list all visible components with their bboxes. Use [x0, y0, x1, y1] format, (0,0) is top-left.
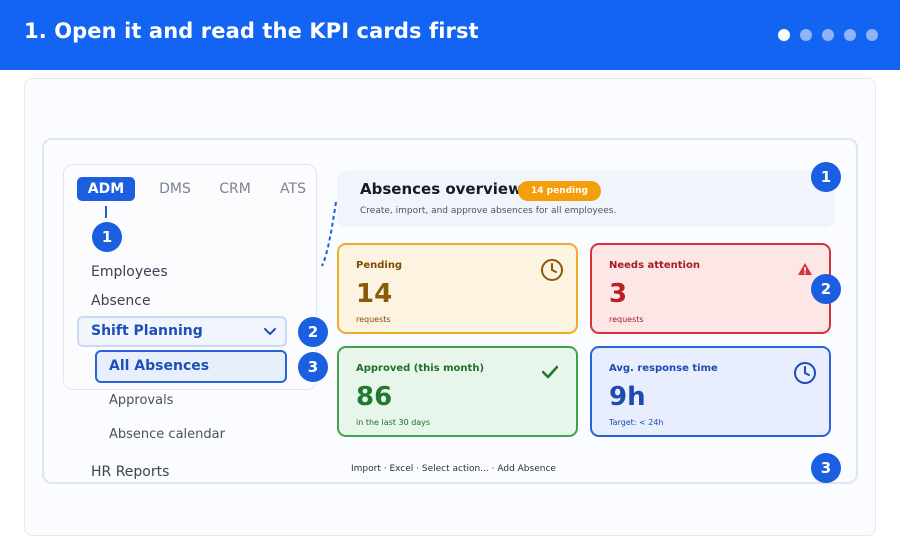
kpi-value: 3: [609, 279, 628, 309]
kpi-value: 9h: [609, 382, 646, 412]
kpi-note: Target: < 24h: [609, 418, 664, 427]
kpi-card-approved[interactable]: Approved (this month) 86 in the last 30 …: [337, 346, 578, 437]
step-dot-1[interactable]: [778, 29, 790, 41]
step-dot-4[interactable]: [844, 29, 856, 41]
step-indicator: [778, 29, 878, 41]
kpi-note: requests: [609, 315, 644, 324]
warning-icon: [798, 263, 812, 275]
step-dot-5[interactable]: [866, 29, 878, 41]
kpi-card-needs-attention[interactable]: Needs attention 3 requests: [590, 243, 831, 334]
sidebar-item-approvals[interactable]: Approvals: [109, 393, 173, 408]
kpi-card-pending[interactable]: Pending 14 requests: [337, 243, 578, 334]
sidebar-item-label: All Absences: [109, 358, 210, 374]
sidebar-item-employees[interactable]: Employees: [91, 264, 168, 280]
kpi-note: in the last 30 days: [356, 418, 431, 427]
step-badge-shift-planning: 2: [298, 317, 328, 347]
sidebar-item-label: Shift Planning: [91, 323, 203, 339]
kpi-value: 14: [356, 279, 393, 309]
chevron-down-icon: [264, 328, 276, 335]
app-tab-ats[interactable]: ATS: [277, 177, 309, 201]
absences-overview-header: Absences overview 14 pending Create, imp…: [337, 170, 835, 227]
page-title: Absences overview: [360, 180, 522, 198]
step-dot-2[interactable]: [800, 29, 812, 41]
step-dot-3[interactable]: [822, 29, 834, 41]
badge-connector: [105, 206, 107, 218]
sidebar-item-all-absences[interactable]: All Absences: [95, 350, 287, 383]
sidebar-item-hr-reports[interactable]: HR Reports: [91, 464, 169, 480]
kpi-label: Pending: [356, 260, 403, 271]
sidebar-item-absence-calendar[interactable]: Absence calendar: [109, 427, 225, 442]
step-badge-overview: 1: [811, 162, 841, 192]
step-title: 1. Open it and read the KPI cards first: [24, 19, 479, 43]
app-tab-adm[interactable]: ADM: [77, 177, 135, 201]
kpi-label: Approved (this month): [356, 363, 485, 374]
kpi-label: Avg. response time: [609, 363, 718, 374]
step-badge-tab: 1: [92, 222, 122, 252]
step-badge-toolbar: 3: [811, 453, 841, 483]
tutorial-header: 1. Open it and read the KPI cards first: [0, 0, 900, 70]
sidebar-item-shift-planning[interactable]: Shift Planning: [77, 316, 287, 347]
kpi-value: 86: [356, 382, 393, 412]
clock-icon: [541, 259, 563, 281]
step-badge-kpi: 2: [811, 274, 841, 304]
sidebar-item-absence[interactable]: Absence: [91, 293, 151, 309]
clock-icon: [794, 362, 816, 384]
kpi-note: requests: [356, 315, 391, 324]
checkmark-icon: [542, 365, 558, 379]
page-subtitle: Create, import, and approve absences for…: [360, 206, 617, 216]
kpi-label: Needs attention: [609, 260, 700, 271]
pending-badge: 14 pending: [518, 181, 601, 201]
app-tab-crm[interactable]: CRM: [217, 177, 253, 201]
toolbar-actions[interactable]: Import · Excel · Select action... · Add …: [351, 464, 556, 474]
kpi-card-avg-response-time[interactable]: Avg. response time 9h Target: < 24h: [590, 346, 831, 437]
app-tab-dms[interactable]: DMS: [157, 177, 193, 201]
step-badge-all-absences: 3: [298, 352, 328, 382]
